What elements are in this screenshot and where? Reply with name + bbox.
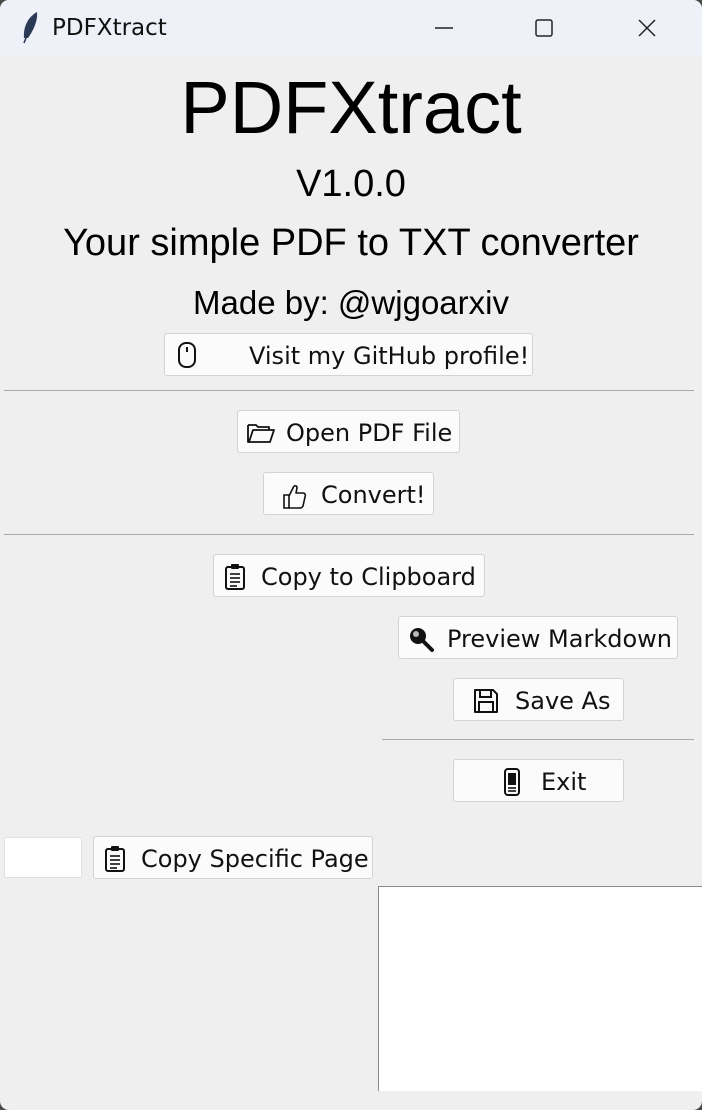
separator bbox=[382, 739, 694, 740]
github-profile-button[interactable]: Visit my GitHub profile! bbox=[164, 333, 533, 376]
app-window: PDFXtract PDFXtract V1.0.0 Your simple P… bbox=[0, 0, 702, 1110]
floppy-disk-icon bbox=[474, 689, 498, 713]
separator bbox=[4, 390, 694, 391]
minimize-button[interactable] bbox=[394, 0, 494, 57]
version-label: V1.0.0 bbox=[296, 163, 406, 205]
thumbs-up-icon bbox=[283, 484, 307, 509]
phone-icon bbox=[504, 768, 520, 796]
close-icon bbox=[638, 19, 656, 37]
title-bar[interactable]: PDFXtract bbox=[0, 0, 702, 57]
convert-label: Convert! bbox=[321, 481, 426, 509]
clipboard-icon bbox=[225, 564, 245, 590]
feather-icon bbox=[23, 12, 38, 44]
preview-markdown-button[interactable]: Preview Markdown bbox=[398, 616, 678, 659]
open-pdf-button[interactable]: Open PDF File bbox=[237, 410, 460, 453]
preview-markdown-label: Preview Markdown bbox=[447, 625, 672, 653]
output-text-area[interactable] bbox=[378, 886, 702, 1091]
exit-label: Exit bbox=[541, 768, 587, 796]
open-pdf-label: Open PDF File bbox=[286, 419, 453, 447]
exit-button[interactable]: Exit bbox=[453, 759, 624, 802]
maximize-icon bbox=[535, 19, 553, 37]
save-as-label: Save As bbox=[515, 687, 611, 715]
folder-open-icon bbox=[247, 424, 275, 443]
maximize-button[interactable] bbox=[494, 0, 594, 57]
save-as-button[interactable]: Save As bbox=[453, 678, 624, 721]
clipboard-icon bbox=[105, 846, 125, 872]
copy-clipboard-label: Copy to Clipboard bbox=[261, 563, 476, 591]
app-title-heading: PDFXtract bbox=[180, 66, 522, 149]
mouse-icon bbox=[178, 342, 196, 368]
copy-specific-page-button[interactable]: Copy Specific Page bbox=[93, 836, 373, 879]
author-label: Made by: @wjgoarxiv bbox=[193, 284, 509, 321]
page-number-input[interactable] bbox=[4, 837, 82, 878]
separator bbox=[4, 534, 694, 535]
magnifier-icon bbox=[410, 628, 434, 652]
minimize-icon bbox=[435, 27, 453, 29]
window-title: PDFXtract bbox=[52, 15, 167, 41]
copy-specific-page-label: Copy Specific Page bbox=[141, 845, 369, 873]
github-profile-label: Visit my GitHub profile! bbox=[249, 342, 530, 370]
copy-clipboard-button[interactable]: Copy to Clipboard bbox=[213, 554, 485, 597]
close-button[interactable] bbox=[597, 0, 697, 57]
convert-button[interactable]: Convert! bbox=[263, 472, 434, 515]
tagline-label: Your simple PDF to TXT converter bbox=[63, 222, 639, 264]
